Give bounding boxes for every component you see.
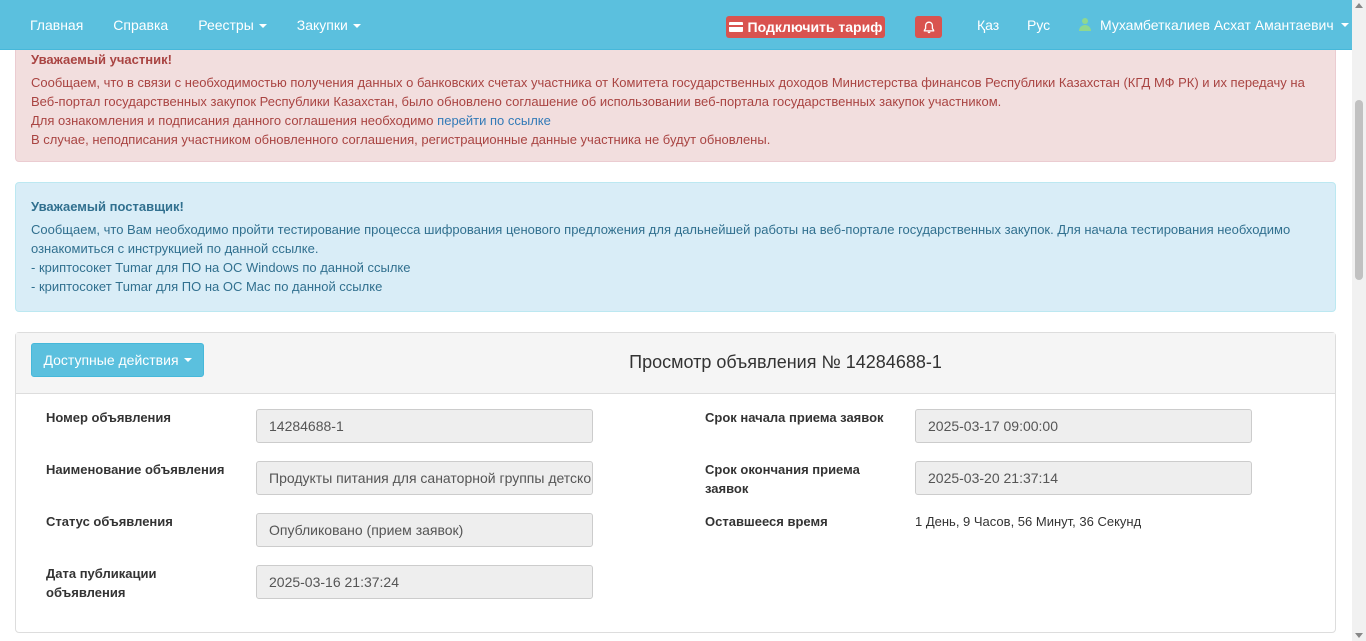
alert-participant-title: Уважаемый участник!: [31, 52, 172, 67]
remaining-time-label: Оставшееся время: [705, 514, 828, 529]
announcement-name-field[interactable]: Продукты питания для санаторной группы д…: [256, 461, 593, 495]
user-menu-dropdown[interactable]: Мухамбеткалиев Асхат Амантаевич: [1078, 0, 1349, 50]
application-end-label-line1: Срок окончания приема: [705, 462, 860, 477]
application-end-label: Срок окончания приема заявок: [705, 460, 860, 498]
user-icon: [1078, 18, 1092, 32]
nav-purchases-dropdown[interactable]: Закупки: [282, 0, 376, 50]
alert-supplier-line1: Сообщаем, что Вам необходимо пройти тест…: [31, 222, 1291, 237]
scroll-up-arrow-icon[interactable]: [1355, 3, 1363, 8]
nav-menu: Главная Справка Реестры Закупки: [15, 0, 376, 50]
nav-purchases-label: Закупки: [296, 17, 348, 33]
publication-date-label: Дата публикации объявления: [46, 564, 156, 602]
user-name: Мухамбеткалиев Асхат Амантаевич: [1100, 17, 1334, 33]
alert-supplier-title: Уважаемый поставщик!: [31, 199, 184, 214]
top-navbar: Главная Справка Реестры Закупки Подключи…: [0, 0, 1352, 50]
alert-participant-line4: В случае, неподписания участником обновл…: [31, 132, 771, 147]
announcement-panel: Доступные действия Просмотр объявления №…: [15, 332, 1336, 633]
tumar-mac-link[interactable]: - криптосокет Tumar для ПО на ОС Mac по …: [31, 277, 1320, 296]
participant-agreement-alert: Уважаемый участник! Сообщаем, что в связ…: [15, 38, 1336, 162]
alert-participant-line1: Сообщаем, что в связи с необходимостью п…: [31, 75, 1305, 90]
nav-registries-label: Реестры: [198, 17, 254, 33]
alert-participant-line3: Для ознакомления и подписания данного со…: [31, 111, 1320, 130]
caret-down-icon: [1340, 23, 1349, 27]
credit-card-icon: [728, 22, 743, 32]
nav-help-link[interactable]: Справка: [98, 0, 183, 50]
page-title: Просмотр объявления № 14284688-1: [629, 352, 942, 372]
application-start-field[interactable]: 2025-03-17 09:00:00: [915, 409, 1252, 443]
publication-date-label-line1: Дата публикации: [46, 566, 157, 581]
tumar-windows-link[interactable]: - криптосокет Tumar для ПО на ОС Windows…: [31, 258, 1320, 277]
panel-heading: Доступные действия Просмотр объявления №…: [16, 333, 1335, 394]
connect-tariff-button[interactable]: Подключить тариф: [726, 16, 885, 38]
bell-icon: [923, 21, 934, 33]
publication-date-label-line2: объявления: [46, 585, 126, 600]
application-end-label-line2: заявок: [705, 481, 749, 496]
announcement-name-label: Наименование объявления: [46, 462, 225, 477]
supplier-testing-alert: Уважаемый поставщик! Сообщаем, что Вам н…: [15, 182, 1336, 312]
nav-registries-dropdown[interactable]: Реестры: [183, 0, 282, 50]
connect-tariff-label: Подключить тариф: [747, 19, 883, 35]
alert-participant-line3-text: Для ознакомления и подписания данного со…: [31, 113, 434, 128]
scroll-down-arrow-icon[interactable]: [1355, 633, 1363, 638]
lang-kazakh-link[interactable]: Қаз: [977, 0, 999, 50]
agreement-link[interactable]: перейти по ссылке: [437, 113, 551, 128]
announcement-number-field[interactable]: 14284688-1: [256, 409, 593, 443]
lang-russian-link[interactable]: Рус: [1027, 0, 1050, 50]
notifications-button[interactable]: [915, 16, 942, 38]
nav-home-link[interactable]: Главная: [15, 0, 98, 50]
page-scrollbar[interactable]: [1352, 0, 1366, 641]
scrollbar-thumb[interactable]: [1355, 100, 1363, 280]
announcement-status-label: Статус объявления: [46, 514, 173, 529]
caret-down-icon: [352, 24, 361, 29]
announcement-number-label: Номер объявления: [46, 410, 171, 425]
publication-date-field[interactable]: 2025-03-16 21:37:24: [256, 565, 593, 599]
announcement-status-field[interactable]: Опубликовано (прием заявок): [256, 513, 593, 547]
caret-down-icon: [258, 24, 267, 29]
alert-participant-line2: Веб-портал государственных закупок Респу…: [31, 94, 1002, 109]
alert-supplier-line2[interactable]: ознакомиться с инструкцией по данной ссы…: [31, 239, 1320, 258]
application-start-label: Срок начала приема заявок: [705, 410, 884, 425]
application-end-field[interactable]: 2025-03-20 21:37:14: [915, 461, 1252, 495]
remaining-time-value: 1 День, 9 Часов, 56 Минут, 36 Секунд: [915, 514, 1142, 529]
